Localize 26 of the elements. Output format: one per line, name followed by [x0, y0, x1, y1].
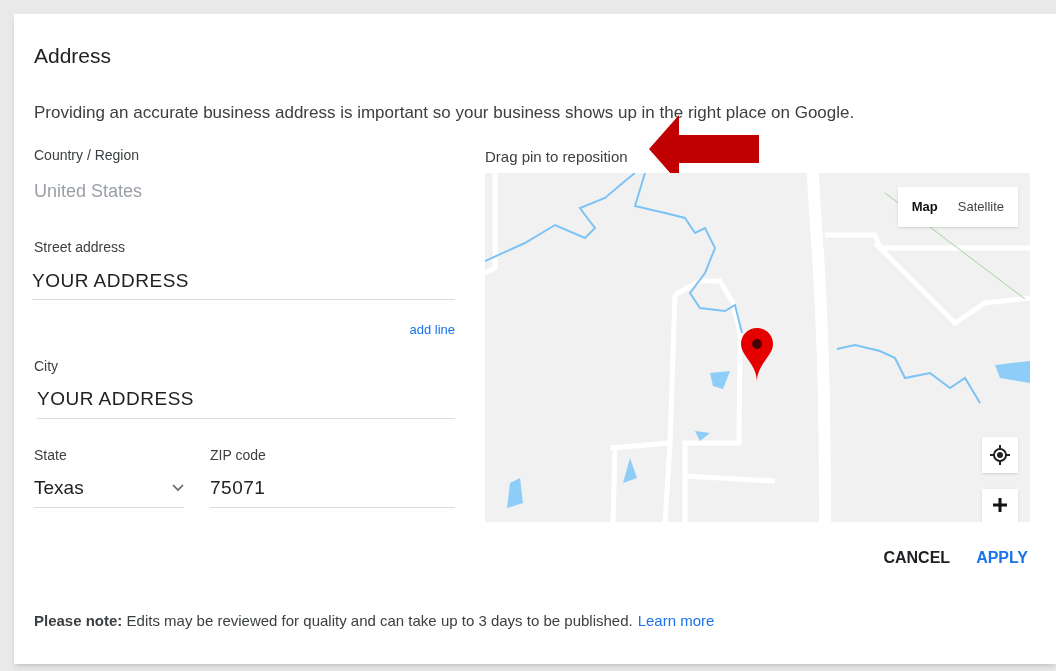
- add-line-link[interactable]: add line: [409, 320, 455, 340]
- chevron-down-icon: [172, 484, 184, 492]
- street-address-field[interactable]: YOUR ADDRESS: [32, 266, 455, 300]
- country-value: United States: [34, 180, 143, 203]
- zip-code-field[interactable]: 75071: [210, 473, 455, 508]
- learn-more-link[interactable]: Learn more: [637, 610, 715, 633]
- map-view[interactable]: Map Satellite: [485, 173, 1030, 522]
- map-type-tab[interactable]: Satellite: [947, 193, 1014, 221]
- city-field[interactable]: YOUR ADDRESS: [37, 384, 455, 419]
- field-label: State: [34, 445, 67, 465]
- state-select[interactable]: Texas: [34, 473, 184, 508]
- note-text: Please note: Edits may be reviewed for quality and can take up to 3 days to be published.: [34, 611, 633, 631]
- location-target-icon: [990, 445, 1010, 465]
- map-hint: Drag pin to reposition: [485, 148, 628, 165]
- zoom-in-button[interactable]: [982, 489, 1018, 522]
- field-label: Street address: [34, 238, 126, 257]
- field-label: ZIP code: [210, 445, 266, 465]
- my-location-button[interactable]: [982, 437, 1018, 473]
- dialog-title: Address: [34, 43, 112, 69]
- field-label: City: [34, 356, 59, 376]
- cancel-button[interactable]: CANCEL: [875, 542, 959, 574]
- apply-button[interactable]: APPLY: [968, 542, 1036, 574]
- field-label: Country / Region: [34, 146, 140, 165]
- plus-icon: [993, 498, 1007, 512]
- description-text: Providing an accurate business address is important so your business shows up in the right place on Google.: [34, 101, 855, 124]
- map-type-tab[interactable]: Map: [901, 193, 948, 221]
